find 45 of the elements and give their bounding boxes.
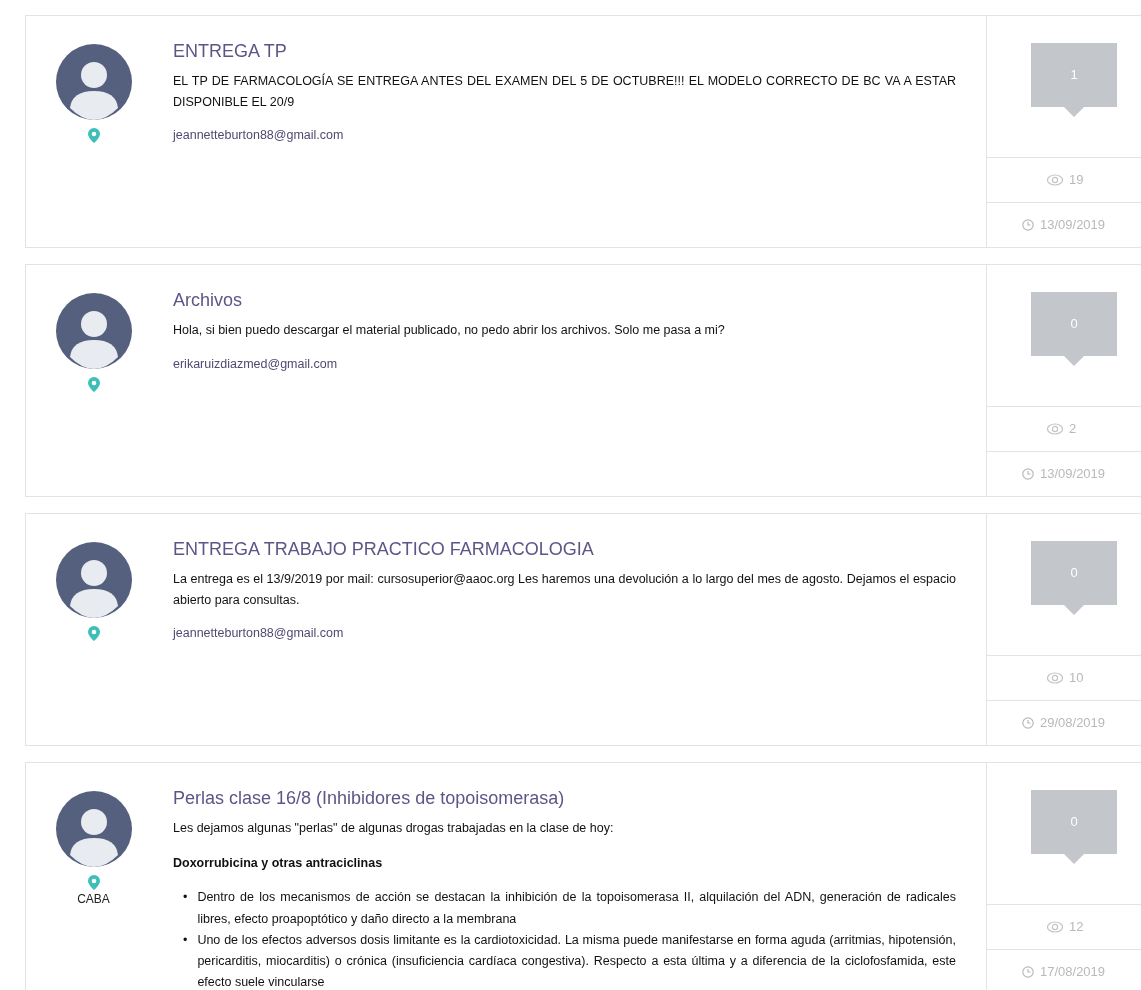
clock-icon bbox=[1022, 468, 1034, 480]
bullet-marker: • bbox=[183, 931, 188, 949]
author-email[interactable]: jeannetteburton88@gmail.com bbox=[173, 126, 956, 145]
comment-count: 1 bbox=[1031, 43, 1117, 117]
post-subheading: Doxorrubicina y otras antraciclinas bbox=[173, 854, 384, 872]
post-title[interactable]: ENTREGA TRABAJO PRACTICO FARMACOLOGIA bbox=[173, 536, 956, 563]
bullet-marker: • bbox=[183, 889, 188, 907]
post-text: Hola, si bien puedo descargar el material publicado, no pedo abrir los archivos. Solo me pasa a mi? bbox=[173, 322, 726, 339]
post-text: La entrega es el 13/9/2019 por mail: cursosuperior@aaoc.org Les haremos una devolución a lo largo del mes de agosto. Dejamos el espacio abierto para consultas. bbox=[173, 571, 956, 609]
view-count: 12 bbox=[1069, 918, 1084, 937]
clock-icon bbox=[1022, 717, 1034, 729]
post-date: 13/09/2019 bbox=[1040, 216, 1106, 235]
eye-icon bbox=[1047, 423, 1063, 435]
view-count: 10 bbox=[1069, 669, 1084, 688]
clock-icon bbox=[1022, 219, 1034, 231]
location-label: CABA bbox=[77, 891, 110, 908]
location-pin-icon bbox=[87, 377, 100, 392]
location-pin-icon bbox=[87, 626, 100, 641]
post-title[interactable]: ENTREGA TP bbox=[173, 38, 956, 65]
view-count: 2 bbox=[1069, 420, 1077, 439]
post-text: Les dejamos algunas "perlas" de algunas drogas trabajadas en la clase de hoy: bbox=[173, 820, 615, 837]
location-pin-icon bbox=[87, 128, 100, 143]
comment-count: 0 bbox=[1031, 541, 1117, 615]
avatar-icon bbox=[55, 542, 132, 618]
author-email[interactable]: erikaruizdiazmed@gmail.com bbox=[173, 354, 956, 374]
post-date: 17/08/2019 bbox=[1040, 963, 1106, 982]
avatar-icon bbox=[55, 293, 132, 369]
clock-icon bbox=[1022, 966, 1034, 978]
list-item: Uno de los efectos adversos dosis limitante es la cardiotoxicidad. La misma puede manifestarse en forma aguda (arritmias, hipotensión, pericarditis, miocarditis) o crónica (insuficiencia cardíaca congestiva). Respecto a esta última y a diferencia de la ciclofosfamida, este efecto suele vincularse bbox=[197, 931, 956, 990]
list-item: Dentro de los mecanismos de acción se destacan la inhibición de la topoisomerasa II, alquilación del ADN, generación de radicales libres, efecto proapoptótico y daño directo a la membrana bbox=[197, 889, 956, 928]
post-date: 29/08/2019 bbox=[1040, 714, 1106, 733]
post-title[interactable]: Archivos bbox=[173, 287, 956, 314]
view-count: 19 bbox=[1069, 171, 1084, 190]
avatar-icon bbox=[55, 791, 132, 867]
location-pin-icon bbox=[87, 875, 100, 890]
comment-count: 0 bbox=[1031, 790, 1117, 864]
eye-icon bbox=[1047, 921, 1063, 933]
post-text: EL TP DE FARMACOLOGÍA SE ENTREGA ANTES DEL EXAMEN DEL 5 DE OCTUBRE!!! EL MODELO CORRECTO DE BC VA A ESTAR DISPONIBLE EL 20/9 bbox=[173, 72, 956, 111]
post-title[interactable]: Perlas clase 16/8 (Inhibidores de topoisomerasa) bbox=[173, 785, 956, 812]
eye-icon bbox=[1047, 672, 1063, 684]
avatar-icon bbox=[55, 44, 132, 120]
eye-icon bbox=[1047, 174, 1063, 186]
comment-count: 0 bbox=[1031, 292, 1117, 366]
post-date: 13/09/2019 bbox=[1040, 465, 1106, 484]
author-email[interactable]: jeannetteburton88@gmail.com bbox=[173, 624, 956, 643]
